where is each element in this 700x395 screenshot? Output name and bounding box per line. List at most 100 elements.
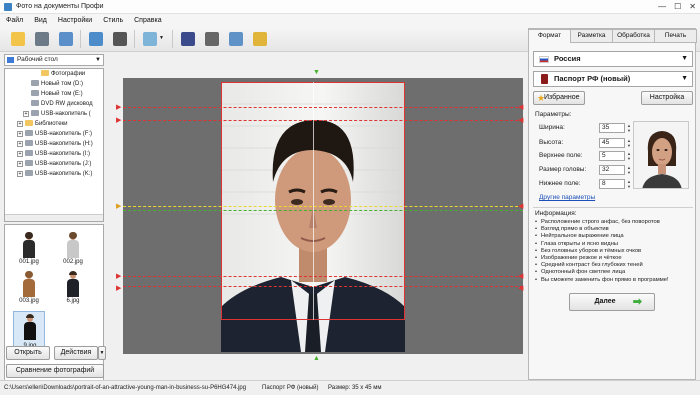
tree-item[interactable]: + USB-накопитель (J:)	[17, 160, 91, 169]
expand-icon[interactable]: +	[17, 151, 23, 157]
menu-settings[interactable]: Настройки	[58, 17, 92, 24]
other-params-link[interactable]: Другие параметры	[539, 194, 595, 201]
maximize-button[interactable]: ☐	[674, 2, 681, 11]
minimize-button[interactable]: —	[658, 2, 666, 11]
horizontal-scrollbar[interactable]	[5, 214, 103, 221]
location-dropdown[interactable]: Рабочий стол ▼	[4, 54, 104, 66]
head-size-spinner[interactable]: ▲ ▼	[626, 165, 632, 175]
tree-item[interactable]: + USB-накопитель (H:)	[17, 140, 93, 149]
menu-file[interactable]: Файл	[6, 17, 23, 24]
expand-icon[interactable]: +	[17, 161, 23, 167]
folder-tree[interactable]: Фотографии Новый том (D:) Новый том (E:)…	[4, 68, 104, 222]
settings-button[interactable]: Настройка	[641, 91, 693, 105]
info-title: Информация:	[535, 210, 577, 217]
favorites-button[interactable]: ★ Избранное	[533, 91, 585, 105]
video-toolbar-button[interactable]	[202, 29, 222, 49]
width-spinner[interactable]: ▲ ▼	[626, 123, 632, 133]
thumbnail[interactable]: 6.jpg	[61, 271, 85, 306]
bottom-margin-guide[interactable]	[123, 286, 523, 287]
thumbnail[interactable]: 003.jpg	[17, 271, 41, 306]
left-eye-marker-icon[interactable]: ▶	[116, 202, 121, 210]
top-center-marker-icon[interactable]: ▼	[313, 69, 320, 76]
left-guide-marker-icon[interactable]: ▶	[116, 116, 121, 124]
help-book-toolbar-button[interactable]	[178, 29, 198, 49]
expand-icon[interactable]: +	[23, 111, 29, 117]
document-type-label: Паспорт РФ (новый)	[554, 74, 631, 83]
open-button[interactable]: Открыть	[6, 346, 50, 360]
height-spinner[interactable]: ▲ ▼	[626, 138, 632, 148]
right-eye-marker-icon[interactable]: ◀	[518, 202, 523, 210]
star-icon: ★	[537, 93, 546, 103]
right-guide-marker-icon[interactable]: ◀	[518, 103, 523, 111]
bottom-margin-spinner[interactable]: ▲ ▼	[626, 179, 632, 189]
tab-format[interactable]: Формат	[529, 29, 571, 43]
usb-icon	[31, 110, 39, 116]
menu-style[interactable]: Стиль	[103, 17, 123, 24]
drive-icon	[31, 90, 39, 96]
open-folder-icon	[11, 32, 25, 46]
right-guide-marker-icon[interactable]: ◀	[518, 116, 523, 124]
left-guide-marker-icon[interactable]: ▶	[116, 284, 121, 292]
tab-processing[interactable]: Обработка	[613, 29, 655, 43]
menu-view[interactable]: Вид	[34, 17, 47, 24]
update-toolbar-button[interactable]	[226, 29, 246, 49]
menu-bar: Файл Вид Настройки Стиль Справка	[0, 14, 700, 26]
country-dropdown[interactable]: Россия ▼	[533, 51, 693, 67]
height-input[interactable]: 45	[599, 138, 625, 148]
tab-markup[interactable]: Разметка	[571, 29, 613, 43]
right-guide-marker-icon[interactable]: ◀	[518, 284, 523, 292]
library-icon	[25, 120, 33, 126]
tree-item[interactable]: Новый том (E:)	[31, 90, 83, 99]
tree-item[interactable]: DVD RW дисковод	[31, 100, 93, 109]
close-button[interactable]: ✕	[689, 2, 696, 11]
title-bar: Фото на документы Профи — ☐ ✕	[0, 0, 700, 14]
width-input[interactable]: 35	[599, 123, 625, 133]
bottom-center-marker-icon[interactable]: ▲	[313, 355, 320, 362]
top-margin-input[interactable]: 5	[599, 151, 625, 161]
expand-icon[interactable]: +	[17, 171, 23, 177]
thumbnail[interactable]: 002.jpg	[61, 232, 85, 267]
bottom-margin-input[interactable]: 8	[599, 179, 625, 189]
save-toolbar-button[interactable]	[32, 29, 52, 49]
head-size-input[interactable]: 32	[599, 165, 625, 175]
compare-photos-button[interactable]: Сравнение фотографий	[6, 364, 104, 378]
thumbnail-caption: 001.jpg	[19, 259, 39, 265]
actions-button[interactable]: Действия	[54, 346, 98, 360]
print-toolbar-button[interactable]	[56, 29, 76, 49]
info-item: Глаза открыты и ясно видны	[533, 241, 693, 248]
menu-help[interactable]: Справка	[134, 17, 161, 24]
right-guide-marker-icon[interactable]: ◀	[518, 272, 523, 280]
camera-toolbar-button[interactable]	[110, 29, 130, 49]
left-guide-marker-icon[interactable]: ▶	[116, 103, 121, 111]
tree-item[interactable]: Новый том (D:)	[31, 80, 83, 89]
photo-canvas[interactable]	[123, 78, 523, 354]
eye-center-guide[interactable]	[123, 210, 523, 211]
thumbnail[interactable]: 001.jpg	[17, 232, 41, 267]
expand-icon[interactable]: +	[17, 131, 23, 137]
user-toolbar-button[interactable]	[86, 29, 106, 49]
tree-item[interactable]: + Библиотеки	[17, 120, 68, 129]
expand-icon[interactable]: +	[17, 141, 23, 147]
tree-item[interactable]: + USB-накопитель (	[23, 110, 91, 119]
chin-guide[interactable]	[123, 276, 523, 277]
next-button[interactable]: Далее ➡	[569, 293, 655, 311]
document-type-dropdown[interactable]: Паспорт РФ (новый) ▼	[533, 71, 693, 87]
actions-dropdown-button[interactable]: ▼	[98, 346, 106, 360]
tab-print[interactable]: Печать	[655, 29, 697, 43]
left-guide-marker-icon[interactable]: ▶	[116, 272, 121, 280]
eye-line-guide[interactable]	[123, 206, 523, 207]
tree-item[interactable]: + USB-накопитель (K:)	[17, 170, 92, 179]
head-top-guide[interactable]	[123, 120, 523, 121]
top-margin-guide[interactable]	[123, 107, 523, 108]
shop-toolbar-button[interactable]	[250, 29, 270, 49]
open-toolbar-button[interactable]	[8, 29, 28, 49]
param-bottom-margin: Нижнее поле: 8 ▲ ▼	[539, 179, 631, 189]
status-bar: C:\Users\ellen\Downloads\portrait-of-an-…	[0, 380, 700, 395]
country-label: Россия	[554, 54, 581, 63]
expand-icon[interactable]: +	[17, 121, 23, 127]
tree-item[interactable]: + USB-накопитель (F:)	[17, 130, 92, 139]
tree-item[interactable]: + USB-накопитель (I:)	[17, 150, 90, 159]
top-margin-spinner[interactable]: ▲ ▼	[626, 151, 632, 161]
background-toolbar-button[interactable]: ▼	[140, 29, 166, 49]
tree-item[interactable]: Фотографии	[41, 70, 85, 79]
